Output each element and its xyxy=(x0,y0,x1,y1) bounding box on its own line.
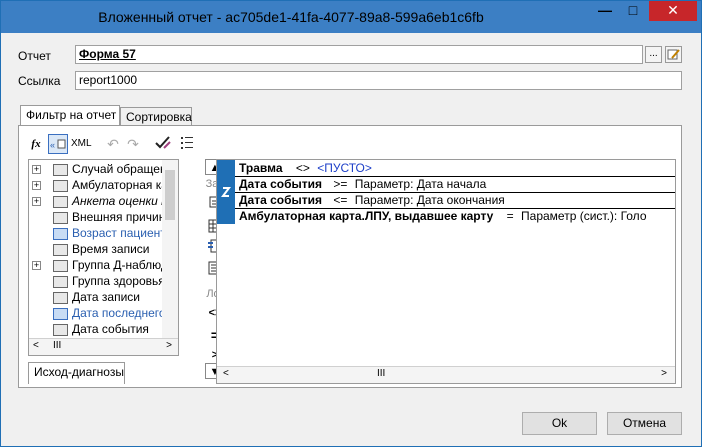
ok-button[interactable]: Ok xyxy=(522,412,597,435)
tree-vertical-scrollbar[interactable] xyxy=(162,160,178,339)
tree-item-label: Группа Д-наблюд xyxy=(72,258,168,272)
scroll-thumb[interactable]: III xyxy=(377,368,385,379)
tree-horizontal-scrollbar[interactable]: < III > xyxy=(29,338,178,355)
field-icon xyxy=(53,244,68,256)
condition-row[interactable]: Дата события >= Параметр: Дата начала xyxy=(239,177,486,193)
tree-item-label: Группа здоровья xyxy=(72,274,165,288)
condition-value: Параметр: Дата начала xyxy=(354,177,487,191)
field-icon xyxy=(53,276,68,288)
field-insert-icon[interactable]: « xyxy=(48,134,68,154)
tree-item-label: Анкета оценки к xyxy=(72,194,167,208)
close-button[interactable]: ✕ xyxy=(649,1,697,21)
filter-panel: fx « XML ↶ ↷ + Случай обращени + Амбулат… xyxy=(18,125,682,388)
redo-icon[interactable]: ↷ xyxy=(123,134,143,154)
field-tree[interactable]: + Случай обращени + Амбулаторная ка + Ан… xyxy=(28,159,179,356)
scroll-left-icon[interactable]: < xyxy=(223,368,229,379)
expand-icon[interactable]: + xyxy=(32,165,41,174)
table-icon xyxy=(53,164,68,176)
condition-operator: >= xyxy=(333,177,348,191)
condition-row[interactable]: Амбулаторная карта.ЛПУ, выдавшее карту =… xyxy=(239,209,647,225)
maximize-button[interactable]: □ xyxy=(620,1,646,21)
tree-item-label: Амбулаторная ка xyxy=(72,178,168,192)
table-icon xyxy=(53,196,68,208)
xml-button[interactable]: XML xyxy=(71,134,92,154)
field-icon xyxy=(53,212,68,224)
check-icon[interactable] xyxy=(153,134,173,154)
condition-value: <ПУСТО> xyxy=(317,161,372,175)
list-icon[interactable] xyxy=(177,134,197,154)
minimize-button[interactable]: — xyxy=(592,1,618,21)
field-icon xyxy=(53,324,68,336)
scroll-thumb[interactable]: III xyxy=(53,340,61,351)
title-bar[interactable]: Вложенный отчет - ac705de1-41fa-4077-89a… xyxy=(1,1,701,33)
scroll-right-icon[interactable]: > xyxy=(166,340,172,351)
expand-icon[interactable]: + xyxy=(32,181,41,190)
tree-item-label: Случай обращени xyxy=(72,162,174,176)
field-icon xyxy=(53,308,68,320)
formula-icon[interactable]: fx xyxy=(26,134,46,154)
cancel-button[interactable]: Отмена xyxy=(607,412,682,435)
condition-value: Параметр: Дата окончания xyxy=(354,193,505,207)
condition-row[interactable]: Травма <> <ПУСТО> xyxy=(239,161,372,177)
link-field[interactable]: report1000 xyxy=(75,71,682,90)
window-title: Вложенный отчет - ac705de1-41fa-4077-89a… xyxy=(98,9,484,25)
undo-icon[interactable]: ↶ xyxy=(103,134,123,154)
scroll-left-icon[interactable]: < xyxy=(33,340,39,351)
tree-item-label: Дата записи xyxy=(72,290,140,304)
report-browse-button[interactable]: ... xyxy=(645,46,662,63)
field-icon xyxy=(53,292,68,304)
tree-item-label: Возраст пациент xyxy=(72,226,166,240)
tab-outcome-diagnoses[interactable]: Исход-диагнозы xyxy=(28,362,125,384)
scroll-thumb[interactable] xyxy=(165,170,175,220)
dialog-window: Вложенный отчет - ac705de1-41fa-4077-89a… xyxy=(0,0,702,447)
condition-row[interactable]: Дата события <= Параметр: Дата окончания xyxy=(239,193,505,209)
tree-item-label: Внешняя причин xyxy=(72,210,166,224)
report-label: Отчет xyxy=(18,49,51,63)
table-icon xyxy=(53,180,68,192)
condition-field: Амбулаторная карта.ЛПУ, выдавшее карту xyxy=(239,209,494,223)
scroll-right-icon[interactable]: > xyxy=(661,368,667,379)
report-edit-icon[interactable] xyxy=(665,46,682,63)
condition-field: Дата события xyxy=(239,193,323,207)
tree-item-label: Дата последнего xyxy=(72,306,166,320)
expand-icon[interactable]: + xyxy=(32,197,41,206)
field-icon xyxy=(53,228,68,240)
tree-item-label: Время записи xyxy=(72,242,150,256)
tree-item-label: Дата события xyxy=(72,322,149,336)
report-field[interactable]: Форма 57 xyxy=(75,45,643,64)
condition-operator: = xyxy=(506,209,514,223)
condition-field: Дата события xyxy=(239,177,323,191)
tab-filter[interactable]: Фильтр на отчет xyxy=(20,105,120,127)
table-icon xyxy=(53,260,68,272)
condition-value: Параметр (сист.): Голо xyxy=(521,209,647,223)
condition-operator: <= xyxy=(333,193,348,207)
expand-icon[interactable]: + xyxy=(32,261,41,270)
svg-text:«: « xyxy=(50,140,55,150)
group-selector[interactable] xyxy=(217,160,235,224)
grid-horizontal-scrollbar[interactable]: < III > xyxy=(217,366,675,383)
condition-operator: <> xyxy=(295,161,310,175)
link-label: Ссылка xyxy=(18,74,61,88)
condition-grid[interactable]: Травма <> <ПУСТО> Дата события >= Параме… xyxy=(216,159,676,384)
tab-sort[interactable]: Сортировка xyxy=(120,107,192,127)
condition-field: Травма xyxy=(239,161,283,175)
